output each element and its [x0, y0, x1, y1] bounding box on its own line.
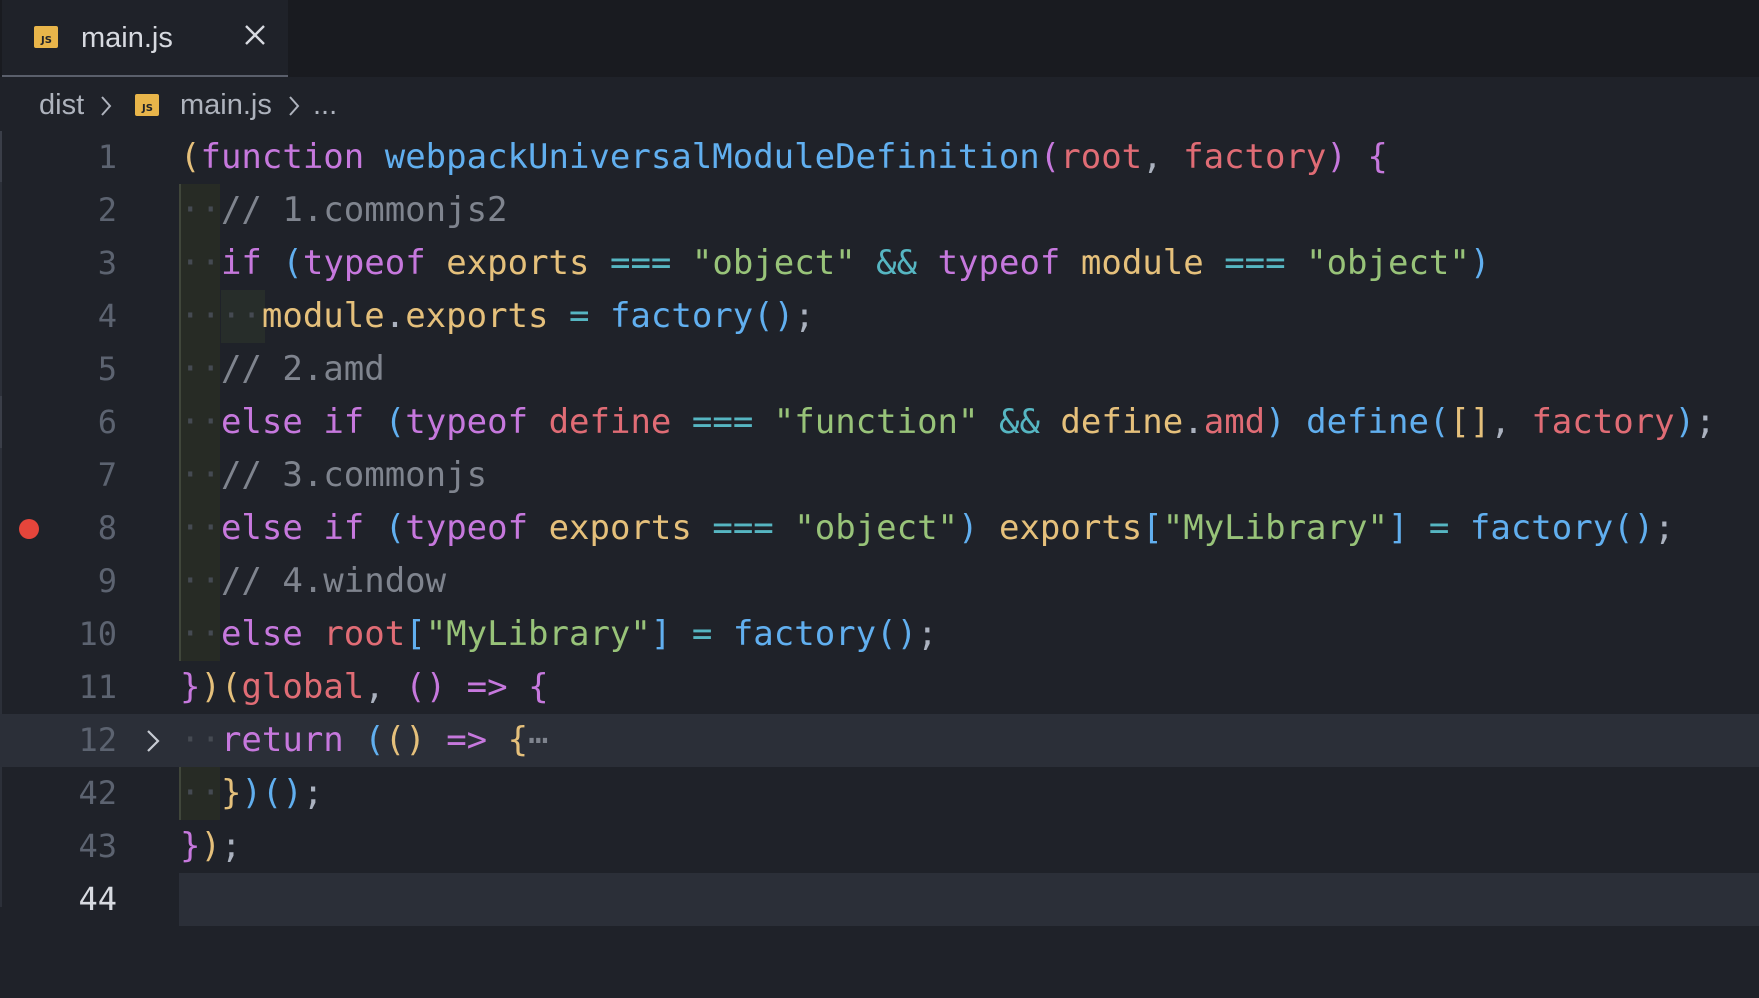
chevron-right-icon [289, 96, 300, 116]
code-line-folded[interactable]: 12 ··return (() => {⋯ [0, 714, 1759, 767]
code-text: ··// 1.commonjs2 [180, 190, 508, 230]
close-icon[interactable] [241, 21, 269, 49]
tab-label: main.js [81, 22, 173, 54]
chevron-right-icon [101, 96, 112, 116]
code-line[interactable]: 1 (function webpackUniversalModuleDefini… [0, 131, 1759, 184]
line-number: 6 [97, 403, 117, 441]
code-text: }); [180, 826, 242, 866]
line-number: 11 [78, 668, 117, 706]
code-text: ····module.exports = factory(); [180, 296, 815, 336]
line-number: 8 [97, 509, 117, 547]
code-line[interactable]: 11 })(global, () => { [0, 661, 1759, 714]
line-number: 4 [97, 297, 117, 335]
line-number: 12 [78, 721, 117, 759]
tab-main-js[interactable]: JS main.js [2, 0, 288, 77]
breadcrumb-folder[interactable]: dist [39, 85, 84, 125]
code-text: ··// 3.commonjs [180, 455, 488, 495]
js-file-icon: JS [34, 26, 58, 48]
line-number: 10 [78, 615, 117, 653]
code-text: ··})(); [180, 773, 324, 813]
code-line[interactable]: 10 ··else root["MyLibrary"] = factory(); [0, 608, 1759, 661]
code-line[interactable]: 4 ····module.exports = factory(); [0, 290, 1759, 343]
code-line[interactable]: 43 }); [0, 820, 1759, 873]
js-file-icon: JS [135, 94, 159, 116]
code-line-current[interactable]: 44 [0, 873, 1759, 926]
line-number: 1 [97, 138, 117, 176]
code-text: ··return (() => {⋯ [180, 720, 549, 760]
code-text: ··else if (typeof exports === "object") … [180, 508, 1675, 548]
line-number: 44 [78, 880, 117, 918]
line-number: 3 [97, 244, 117, 282]
code-text: ··else if (typeof define === "function" … [180, 402, 1716, 442]
chevron-right-icon[interactable] [144, 728, 162, 754]
code-line[interactable]: 6 ··else if (typeof define === "function… [0, 396, 1759, 449]
code-text: (function webpackUniversalModuleDefiniti… [180, 137, 1388, 177]
breadcrumb-file[interactable]: main.js [180, 85, 272, 125]
fold-placeholder: ⋯ [528, 720, 549, 760]
breadcrumb: dist JS main.js ... [0, 79, 1759, 131]
code-text: })(global, () => { [180, 667, 549, 707]
code-editor[interactable]: 1 (function webpackUniversalModuleDefini… [0, 131, 1759, 998]
code-line[interactable]: 42 ··})(); [0, 767, 1759, 820]
svg-text:JS: JS [141, 103, 153, 114]
code-line[interactable]: 3 ··if (typeof exports === "object" && t… [0, 237, 1759, 290]
code-line[interactable]: 8 ··else if (typeof exports === "object"… [0, 502, 1759, 555]
code-text: ··if (typeof exports === "object" && typ… [180, 243, 1491, 283]
code-text: ··else root["MyLibrary"] = factory(); [180, 614, 938, 654]
line-number: 5 [97, 350, 117, 388]
code-text: ··// 2.amd [180, 349, 385, 389]
code-line[interactable]: 7 ··// 3.commonjs [0, 449, 1759, 502]
js-icon-text: JS [40, 35, 52, 46]
line-number: 9 [97, 562, 117, 600]
breakpoint-icon[interactable] [19, 519, 39, 539]
line-number: 2 [97, 191, 117, 229]
line-number: 7 [97, 456, 117, 494]
current-line-highlight [179, 873, 1759, 926]
tab-bar: JS main.js [0, 0, 1759, 77]
code-line[interactable]: 2 ··// 1.commonjs2 [0, 184, 1759, 237]
line-number: 43 [78, 827, 117, 865]
line-number: 42 [78, 774, 117, 812]
code-line[interactable]: 9 ··// 4.window [0, 555, 1759, 608]
code-line[interactable]: 5 ··// 2.amd [0, 343, 1759, 396]
breadcrumb-more[interactable]: ... [313, 85, 337, 125]
code-text: ··// 4.window [180, 561, 447, 601]
editor-window: JS main.js dist JS main.js ... 1 (functi… [0, 0, 1759, 998]
